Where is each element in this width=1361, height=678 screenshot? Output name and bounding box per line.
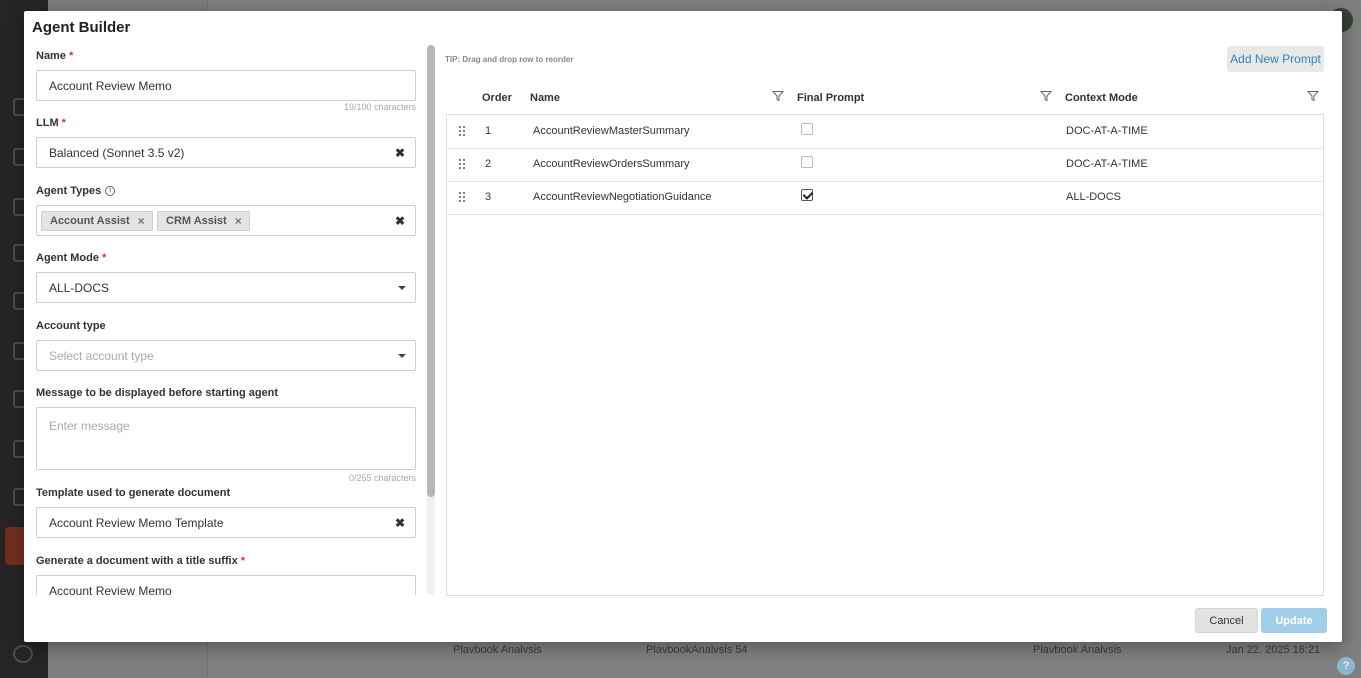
filter-icon[interactable] xyxy=(1307,90,1319,102)
table-row[interactable]: 1 AccountReviewMasterSummary DOC-AT-A-TI… xyxy=(447,115,1323,149)
llm-label: LLM * xyxy=(36,117,66,129)
llm-field: LLM * Balanced (Sonnet 3.5 v2) ✖ xyxy=(36,116,416,168)
clear-icon[interactable]: ✖ xyxy=(395,516,405,530)
template-field: Template used to generate document Accou… xyxy=(36,486,416,538)
tag-crm-assist: CRM Assist × xyxy=(157,211,250,231)
drag-handle-icon[interactable] xyxy=(458,125,466,137)
message-textarea[interactable]: Enter message xyxy=(36,407,416,470)
row-name: AccountReviewOrdersSummary xyxy=(533,158,690,170)
account-type-select[interactable]: Select account type xyxy=(36,340,416,371)
col-name[interactable]: Name xyxy=(530,92,560,104)
grid-body: 1 AccountReviewMasterSummary DOC-AT-A-TI… xyxy=(446,114,1324,596)
row-context: ALL-DOCS xyxy=(1066,191,1122,203)
filter-icon[interactable] xyxy=(772,90,784,102)
row-order: 1 xyxy=(485,125,492,137)
required-mark: * xyxy=(61,117,66,129)
template-select[interactable]: Account Review Memo Template ✖ xyxy=(36,507,416,538)
agent-mode-field: Agent Mode * ALL-DOCS xyxy=(36,251,416,303)
grid-header: Order Name Final Prompt Context Mode xyxy=(446,85,1324,113)
cancel-button[interactable]: Cancel xyxy=(1195,608,1258,633)
drag-handle-icon[interactable] xyxy=(458,158,466,170)
form-scrollbar[interactable] xyxy=(427,45,435,595)
row-order: 2 xyxy=(485,158,492,170)
caret-down-icon xyxy=(398,286,406,290)
scrollbar-thumb[interactable] xyxy=(427,45,435,497)
tag-remove-icon[interactable]: × xyxy=(138,212,145,230)
required-mark: * xyxy=(240,555,245,567)
col-final-prompt[interactable]: Final Prompt xyxy=(797,92,864,104)
name-label: Name * xyxy=(36,50,74,62)
message-label: Message to be displayed before starting … xyxy=(36,387,279,399)
help-icon[interactable]: ? xyxy=(1337,657,1355,675)
table-row[interactable]: 2 AccountReviewOrdersSummary DOC-AT-A-TI… xyxy=(447,148,1323,182)
final-prompt-checkbox[interactable] xyxy=(801,189,813,201)
agent-types-multiselect[interactable]: Account Assist × CRM Assist × ✖ xyxy=(36,205,416,236)
message-field: Message to be displayed before starting … xyxy=(36,386,416,483)
agent-form: Name * Account Review Memo 19/100 charact… xyxy=(36,49,416,595)
agent-mode-label: Agent Mode * xyxy=(36,252,107,264)
required-mark: * xyxy=(101,252,107,264)
account-type-field: Account type Select account type xyxy=(36,319,416,371)
info-icon: i xyxy=(105,186,116,196)
name-field: Name * Account Review Memo 19/100 charact… xyxy=(36,49,416,112)
final-prompt-checkbox[interactable] xyxy=(801,123,813,135)
row-context: DOC-AT-A-TIME xyxy=(1066,125,1148,137)
account-type-label: Account type xyxy=(36,320,106,332)
title-suffix-field: Generate a document with a title suffix *… xyxy=(36,554,416,595)
tag-remove-icon[interactable]: × xyxy=(235,212,242,230)
required-mark: * xyxy=(68,50,74,62)
tag-account-assist: Account Assist × xyxy=(41,211,153,231)
name-input[interactable]: Account Review Memo xyxy=(36,70,416,101)
final-prompt-checkbox[interactable] xyxy=(801,156,813,168)
row-context: DOC-AT-A-TIME xyxy=(1066,158,1148,170)
table-row[interactable]: 3 AccountReviewNegotiationGuidance ALL-D… xyxy=(447,181,1323,215)
caret-down-icon xyxy=(398,354,406,358)
row-order: 3 xyxy=(485,191,492,203)
update-button[interactable]: Update xyxy=(1261,608,1327,633)
clear-icon[interactable]: ✖ xyxy=(395,214,405,228)
drag-handle-icon[interactable] xyxy=(458,191,466,203)
title-suffix-input[interactable]: Account Review Memo xyxy=(36,575,416,595)
template-label: Template used to generate document xyxy=(36,487,231,499)
agent-mode-select[interactable]: ALL-DOCS xyxy=(36,272,416,303)
title-suffix-label: Generate a document with a title suffix * xyxy=(36,555,245,567)
agent-types-field: Agent Types i Account Assist × CRM Assist ×… xyxy=(36,184,416,236)
add-new-prompt-button[interactable]: Add New Prompt xyxy=(1227,46,1324,72)
col-context-mode[interactable]: Context Mode xyxy=(1065,92,1138,104)
agent-types-label: Agent Types i xyxy=(36,184,416,198)
name-counter: 19/100 characters xyxy=(343,102,416,112)
agent-builder-dialog: Agent Builder Name * Account Review Memo … xyxy=(24,11,1342,642)
filter-icon[interactable] xyxy=(1040,90,1052,102)
dialog-title: Agent Builder xyxy=(32,19,131,36)
clear-icon[interactable]: ✖ xyxy=(395,146,405,160)
reorder-tip: TIP: Drag and drop row to reorder xyxy=(445,55,574,64)
row-name: AccountReviewNegotiationGuidance xyxy=(533,191,712,203)
message-counter: 0/255 characters xyxy=(348,473,416,483)
row-name: AccountReviewMasterSummary xyxy=(533,125,690,137)
prompts-grid: Order Name Final Prompt Context Mode 1 A… xyxy=(446,85,1324,597)
col-order[interactable]: Order xyxy=(482,92,512,104)
llm-select[interactable]: Balanced (Sonnet 3.5 v2) ✖ xyxy=(36,137,416,168)
